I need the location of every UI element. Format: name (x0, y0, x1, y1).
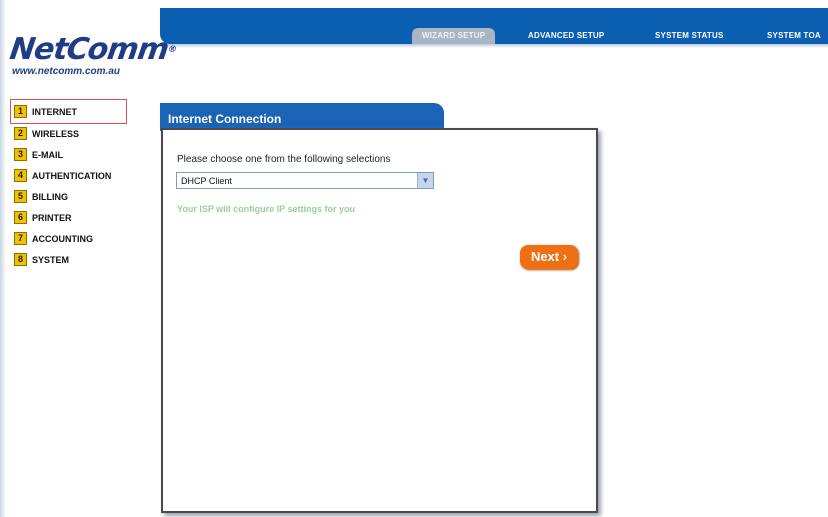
sidebar-item-email[interactable]: 3 E-MAIL (14, 144, 126, 165)
step-number-badge: 7 (14, 232, 27, 245)
connection-type-select[interactable]: DHCP Client ▼ (176, 172, 434, 189)
logo-wordmark: NetComm® (7, 32, 178, 67)
sidebar-item-label: SYSTEM (32, 254, 70, 265)
netcomm-logo: NetComm® www.netcomm.com.au (7, 32, 178, 77)
connection-hint: Your ISP will configure IP settings for … (177, 204, 356, 214)
sidebar-item-label: INTERNET (32, 106, 77, 117)
step-number-badge: 6 (14, 211, 27, 224)
next-button[interactable]: Next › (520, 245, 578, 269)
step-number-badge: 5 (14, 190, 27, 203)
sidebar-item-internet[interactable]: 1 INTERNET (10, 99, 127, 124)
logo-url: www.netcomm.com.au (12, 66, 120, 77)
logo-registered-mark: ® (167, 45, 177, 55)
left-border-decoration (0, 0, 6, 517)
tab-wizard-setup[interactable]: WIZARD SETUP (412, 28, 496, 44)
sidebar-item-label: PRINTER (32, 212, 72, 223)
internet-connection-panel: Please choose one from the following sel… (161, 128, 598, 513)
step-number-badge: 2 (14, 127, 27, 140)
chevron-down-icon[interactable]: ▼ (417, 173, 433, 188)
sidebar-item-label: WIRELESS (32, 128, 80, 139)
sidebar-item-label: BILLING (32, 191, 68, 202)
sidebar-item-label: ACCOUNTING (32, 233, 93, 244)
tab-system-status[interactable]: SYSTEM STATUS (655, 28, 724, 44)
sidebar-item-printer[interactable]: 6 PRINTER (14, 207, 126, 228)
step-number-badge: 4 (14, 169, 27, 182)
sidebar-item-label: AUTHENTICATION (32, 170, 112, 181)
sidebar-item-accounting[interactable]: 7 ACCOUNTING (14, 228, 126, 249)
sidebar-item-billing[interactable]: 5 BILLING (14, 186, 126, 207)
tab-advanced-setup[interactable]: ADVANCED SETUP (528, 28, 604, 44)
selected-option: DHCP Client (181, 176, 232, 186)
sidebar-item-label: E-MAIL (32, 149, 63, 160)
logo-name: NetComm (7, 32, 171, 67)
panel-title: Internet Connection (168, 112, 282, 126)
sidebar-item-system[interactable]: 8 SYSTEM (14, 249, 126, 270)
sidebar-menu: 1 INTERNET 2 WIRELESS 3 E-MAIL 4 AUTHENT… (10, 99, 127, 270)
panel-title-tab: Internet Connection (160, 103, 444, 131)
sidebar-item-authentication[interactable]: 4 AUTHENTICATION (14, 165, 126, 186)
sidebar-item-wireless[interactable]: 2 WIRELESS (14, 123, 126, 144)
selection-prompt: Please choose one from the following sel… (177, 154, 391, 165)
step-number-badge: 1 (14, 105, 27, 118)
tab-system-tools[interactable]: SYSTEM TOA (767, 28, 821, 44)
step-number-badge: 8 (14, 253, 27, 266)
top-bar-shadow (160, 44, 828, 48)
step-number-badge: 3 (14, 148, 27, 161)
